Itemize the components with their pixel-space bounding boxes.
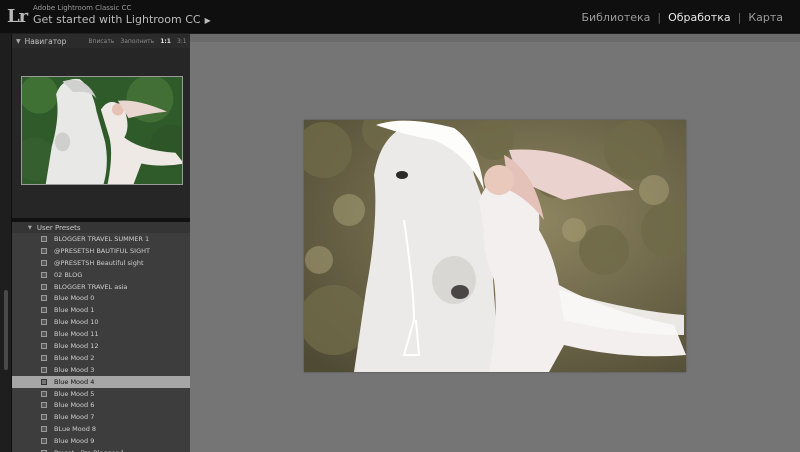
preset-item[interactable]: Blue Mood 0 xyxy=(12,292,190,304)
app-name: Adobe Lightroom Classic CC xyxy=(33,4,132,12)
preset-icon xyxy=(41,366,47,373)
preset-label: Blue Mood 12 xyxy=(54,341,99,350)
preset-folder-user-presets[interactable]: ▼ User Presets xyxy=(12,222,190,233)
preset-icon xyxy=(41,283,47,290)
identity-plate-label: Get started with Lightroom CC xyxy=(33,13,201,26)
navigator-thumbnail[interactable] xyxy=(21,76,183,185)
canvas-top-strip xyxy=(190,34,800,42)
zoom-fill[interactable]: Заполнить xyxy=(120,38,154,45)
left-panel: ▼ Навигатор Вписать Заполнить 1:1 3:1 ▼ … xyxy=(0,34,190,452)
preset-label: Blue Mood 1 xyxy=(54,306,95,315)
preset-label: Blue Mood 7 xyxy=(54,413,95,422)
preset-label: BLOGGER TRAVEL SUMMER 1 xyxy=(54,234,150,243)
preset-icon xyxy=(41,307,47,314)
preset-item[interactable]: Blue Mood 11 xyxy=(12,328,190,340)
preset-item[interactable]: Blue Mood 6 xyxy=(12,399,190,411)
preset-item[interactable]: Blue Mood 1 xyxy=(12,304,190,316)
preset-item[interactable]: @PRESETSH Beautiful sight xyxy=(12,257,190,269)
module-picker: Библиотека | Обработка | Карта xyxy=(574,11,790,24)
zoom-3-1[interactable]: 3:1 xyxy=(177,38,187,45)
main-photo[interactable] xyxy=(304,120,686,372)
preset-label: Blue Mood 6 xyxy=(54,401,95,410)
navigator-preview-area xyxy=(12,48,190,218)
preset-label: 02 BLOG xyxy=(54,270,83,279)
preset-label: @PRESETSH Beautiful sight xyxy=(54,258,144,267)
preset-item[interactable]: BLue Mood 8 xyxy=(12,423,190,435)
preset-icon xyxy=(41,295,47,302)
panel-scrollbar[interactable] xyxy=(0,34,12,452)
zoom-fit[interactable]: Вписать xyxy=(88,38,114,45)
presets-panel: ▼ User Presets BLOGGER TRAVEL SUMMER 1 @P… xyxy=(12,222,190,452)
preset-icon xyxy=(41,438,47,445)
preset-icon xyxy=(41,235,47,242)
zoom-1-1[interactable]: 1:1 xyxy=(160,38,171,45)
thumbnail-image xyxy=(22,77,182,184)
preset-label: @PRESETSH BAUTIFUL SIGHT xyxy=(54,246,150,255)
preset-label: Blue Mood 0 xyxy=(54,294,95,303)
preset-label: Blue Mood 9 xyxy=(54,437,95,446)
preset-icon xyxy=(41,402,47,409)
preset-label: Blue Mood 4 xyxy=(54,377,95,386)
preset-icon xyxy=(41,259,47,266)
preset-label: Blue Mood 2 xyxy=(54,353,95,362)
module-library[interactable]: Библиотека xyxy=(574,11,657,24)
preset-item[interactable]: Blue Mood 2 xyxy=(12,352,190,364)
preset-item[interactable]: Preset - Pro Blogger 1 xyxy=(12,447,190,452)
preset-label: Blue Mood 11 xyxy=(54,330,99,339)
preset-icon xyxy=(41,331,47,338)
preset-icon xyxy=(41,319,47,326)
preset-label: Blue Mood 10 xyxy=(54,318,99,327)
preset-icon xyxy=(41,247,47,254)
preset-label: Blue Mood 5 xyxy=(54,389,95,398)
app-logo[interactable]: Lr xyxy=(7,6,28,27)
preset-icon xyxy=(41,271,47,278)
preset-item[interactable]: Blue Mood 4 xyxy=(12,375,190,388)
preset-folder-label: User Presets xyxy=(36,223,81,232)
navigator-title: Навигатор xyxy=(24,36,67,46)
preset-icon xyxy=(41,354,47,361)
top-bar: Lr Adobe Lightroom Classic CC Get starte… xyxy=(0,0,800,34)
preset-item[interactable]: Blue Mood 12 xyxy=(12,340,190,352)
scrollbar-thumb[interactable] xyxy=(4,290,8,370)
preset-label: BLue Mood 8 xyxy=(54,425,97,434)
preset-icon xyxy=(41,378,47,385)
preset-item[interactable]: Blue Mood 5 xyxy=(12,388,190,400)
preset-item[interactable]: Blue Mood 10 xyxy=(12,316,190,328)
preset-icon xyxy=(41,426,47,433)
preset-item[interactable]: Blue Mood 3 xyxy=(12,364,190,376)
preset-item[interactable]: Blue Mood 7 xyxy=(12,411,190,423)
preset-label: BLOGGER TRAVEL asia xyxy=(54,282,128,291)
play-icon: ▶ xyxy=(204,16,211,25)
module-develop[interactable]: Обработка xyxy=(661,11,737,24)
develop-canvas[interactable] xyxy=(190,34,800,452)
preset-item[interactable]: BLOGGER TRAVEL SUMMER 1 xyxy=(12,233,190,245)
collapse-triangle-icon[interactable]: ▼ xyxy=(28,225,32,231)
collapse-triangle-icon[interactable]: ▼ xyxy=(16,38,21,45)
photo-image xyxy=(304,120,686,372)
preset-list: BLOGGER TRAVEL SUMMER 1 @PRESETSH BAUTIFU… xyxy=(12,233,190,452)
module-map[interactable]: Карта xyxy=(741,11,790,24)
preset-item[interactable]: 02 BLOG xyxy=(12,269,190,281)
preset-item[interactable]: BLOGGER TRAVEL asia xyxy=(12,281,190,293)
preset-icon xyxy=(41,414,47,421)
preset-icon xyxy=(41,342,47,349)
preset-label: Blue Mood 3 xyxy=(54,365,95,374)
navigator-header[interactable]: ▼ Навигатор Вписать Заполнить 1:1 3:1 xyxy=(12,34,190,48)
preset-item[interactable]: Blue Mood 9 xyxy=(12,435,190,447)
preset-icon xyxy=(41,390,47,397)
identity-plate[interactable]: Get started with Lightroom CC ▶ xyxy=(33,13,211,26)
preset-item[interactable]: @PRESETSH BAUTIFUL SIGHT xyxy=(12,245,190,257)
